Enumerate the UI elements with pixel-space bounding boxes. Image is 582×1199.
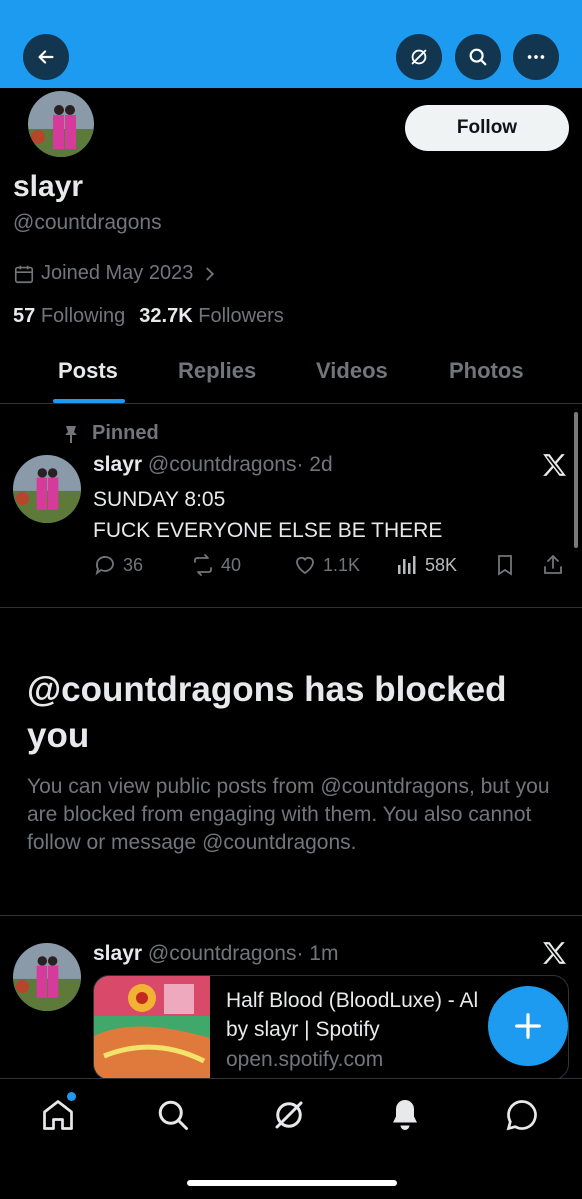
share-button[interactable] — [541, 553, 565, 577]
divider — [0, 607, 582, 608]
tab-posts[interactable]: Posts — [58, 358, 118, 384]
post-header: slayr @countdragons· 1m — [93, 942, 338, 966]
album-art-thumbnail — [94, 976, 210, 1079]
following-link[interactable]: 57 Following — [13, 305, 125, 328]
calendar-icon — [14, 265, 34, 283]
following-label: Following — [40, 305, 126, 327]
x-logo-icon — [543, 454, 566, 476]
search-icon — [158, 1100, 188, 1130]
more-button[interactable] — [513, 34, 559, 80]
link-card-domain: open.spotify.com — [226, 1048, 384, 1071]
divider — [0, 915, 582, 916]
back-button[interactable] — [23, 34, 69, 80]
repost-count: 40 — [221, 554, 242, 575]
share-icon — [544, 554, 562, 574]
post-actions: 36 40 1.1K 58K — [93, 553, 573, 581]
post-header: slayr @countdragons· 2d — [93, 453, 333, 477]
post-author-avatar[interactable] — [13, 943, 81, 1011]
following-count: 57 — [13, 305, 36, 327]
profile-avatar[interactable] — [25, 88, 97, 160]
post-author-avatar[interactable] — [13, 455, 81, 523]
arrow-left-icon — [38, 50, 54, 64]
joined-label: Joined May 2023 — [41, 262, 194, 284]
follow-counts: 57 Following 32.7K Followers — [13, 305, 284, 328]
tab-videos[interactable]: Videos — [316, 358, 388, 384]
compose-post-button[interactable] — [488, 986, 568, 1066]
messages-icon — [506, 1100, 537, 1131]
pin-icon — [65, 425, 77, 443]
post-timestamp: · 2d — [296, 453, 333, 476]
repost-icon — [194, 554, 212, 576]
nav-messages[interactable] — [504, 1097, 540, 1133]
pinned-label: Pinned — [92, 422, 159, 444]
reply-icon — [95, 556, 114, 576]
nav-grok[interactable] — [271, 1097, 307, 1133]
blocked-description: You can view public posts from @countdra… — [27, 775, 550, 854]
more-horizontal-icon — [527, 55, 545, 59]
followers-count: 32.7K — [139, 305, 193, 327]
chevron-right-icon — [206, 267, 215, 280]
active-tab-indicator — [53, 399, 125, 403]
post-author-name[interactable]: slayr — [93, 453, 142, 476]
plus-icon — [515, 1013, 541, 1039]
post-text-line: SUNDAY 8:05 — [93, 488, 226, 511]
scrollbar[interactable] — [574, 412, 578, 548]
x-logo-icon — [543, 942, 566, 964]
blocked-title: @countdragons has blocked you — [27, 670, 507, 755]
nav-search[interactable] — [155, 1097, 191, 1133]
heart-icon — [296, 556, 314, 575]
search-button[interactable] — [455, 34, 501, 80]
post-timestamp: · 1m — [296, 942, 339, 965]
notifications-icon — [393, 1100, 417, 1130]
grok-icon — [411, 49, 427, 65]
views-button[interactable]: 58K — [395, 553, 457, 577]
followers-link[interactable]: 32.7K Followers — [139, 305, 284, 328]
reply-button[interactable]: 36 — [93, 553, 143, 577]
followers-label: Followers — [198, 305, 284, 327]
grok-icon — [275, 1101, 303, 1129]
nav-home[interactable] — [40, 1097, 76, 1133]
analytics-icon — [398, 556, 416, 574]
view-count: 58K — [425, 554, 458, 575]
search-icon — [469, 48, 487, 66]
profile-display-name: slayr — [13, 170, 84, 203]
tab-replies[interactable]: Replies — [178, 358, 256, 384]
profile-handle: @countdragons — [13, 211, 162, 234]
follow-button[interactable]: Follow — [405, 105, 569, 151]
nav-notifications[interactable] — [387, 1097, 423, 1133]
post-author-handle: @countdragons — [147, 942, 297, 965]
grok-button[interactable] — [396, 34, 442, 80]
post-author-name[interactable]: slayr — [93, 942, 142, 965]
bookmark-button[interactable] — [493, 553, 517, 577]
like-button[interactable]: 1.1K — [293, 553, 360, 577]
joined-date[interactable]: Joined May 2023 — [13, 262, 221, 285]
home-icon — [43, 1100, 73, 1130]
tab-photos[interactable]: Photos — [449, 358, 524, 384]
repost-button[interactable]: 40 — [191, 553, 241, 577]
post-body: SUNDAY 8:05 FUCK EVERYONE ELSE BE THERE — [93, 484, 442, 546]
reply-count: 36 — [123, 554, 144, 575]
like-count: 1.1K — [323, 554, 361, 575]
post-text-line: FUCK EVERYONE ELSE BE THERE — [93, 519, 443, 542]
bookmark-icon — [498, 555, 512, 576]
post-author-handle: @countdragons — [147, 453, 297, 476]
home-notification-dot — [67, 1092, 76, 1101]
profile-tabs: Posts Replies Videos Photos — [0, 344, 582, 404]
pinned-indicator: Pinned — [62, 422, 159, 445]
home-indicator[interactable] — [187, 1180, 397, 1186]
